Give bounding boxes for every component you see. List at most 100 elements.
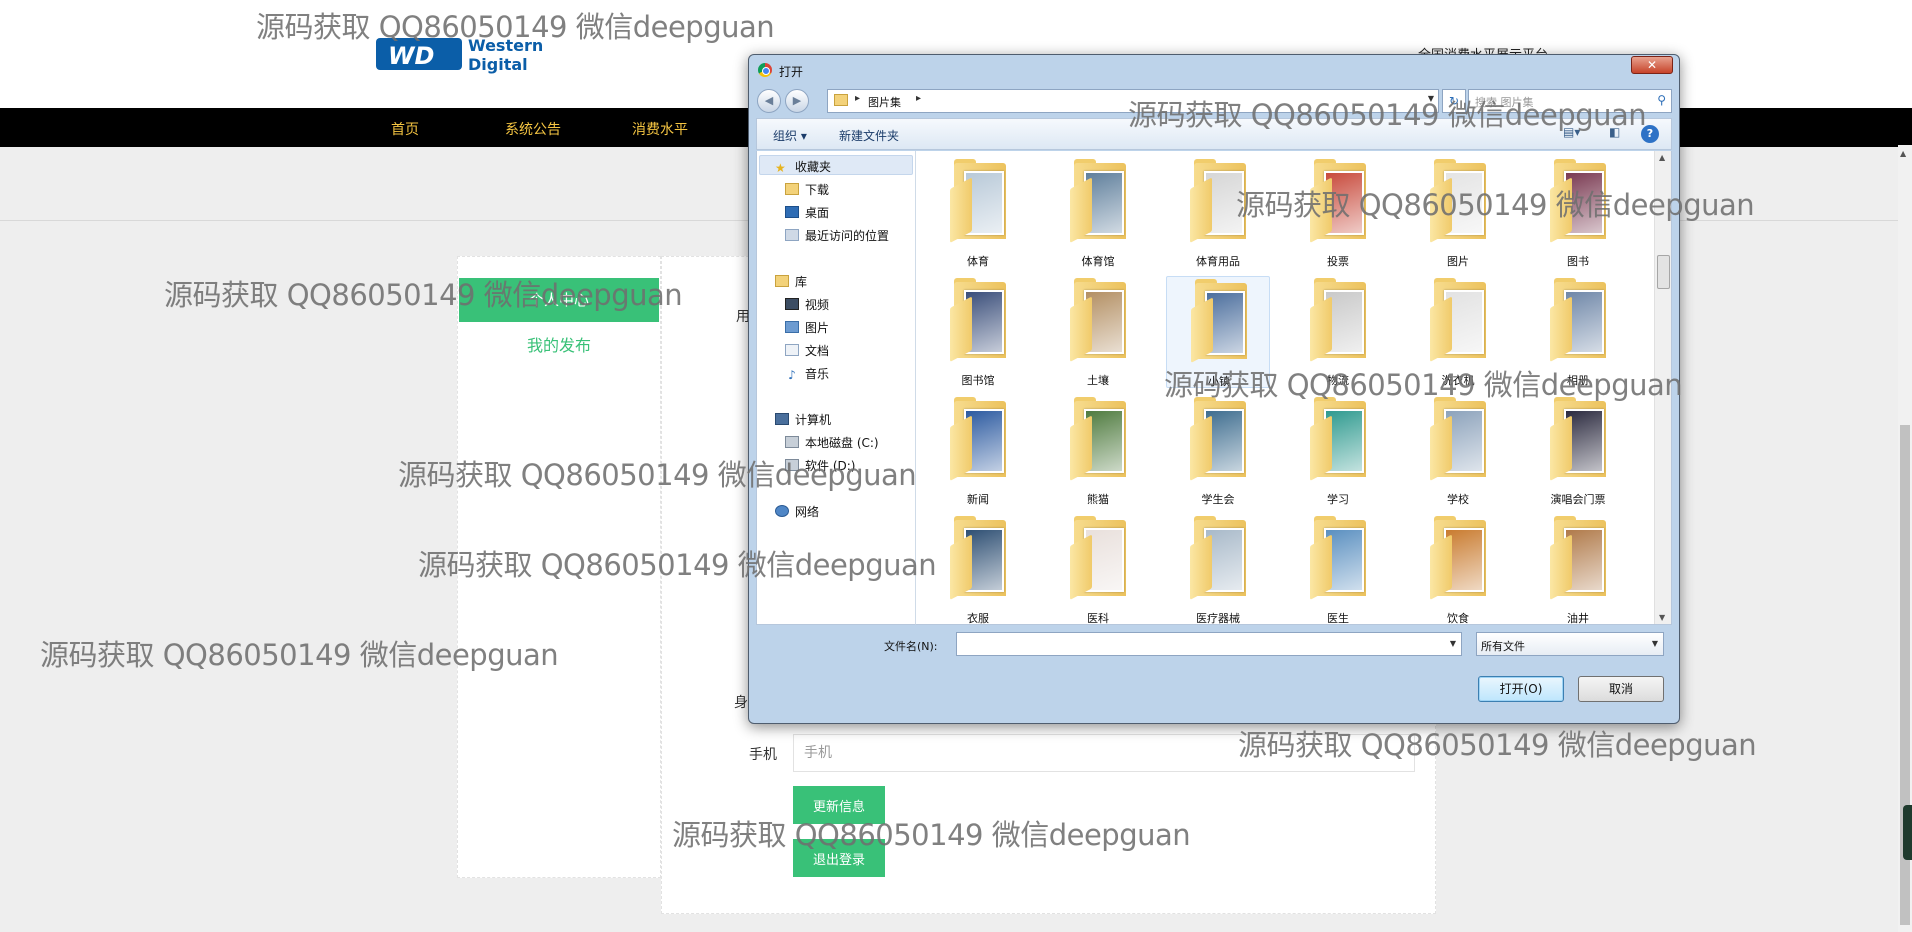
breadcrumb-pictures[interactable]: 图片集 xyxy=(868,94,901,110)
folder-item[interactable]: 体育 xyxy=(926,157,1030,269)
organize-button[interactable]: 组织 ▾ xyxy=(773,127,807,144)
libraries-icon xyxy=(775,275,789,287)
folder-name: 医科 xyxy=(1087,612,1109,625)
tree-pictures-label: 图片 xyxy=(805,321,830,335)
page-scrollbar[interactable]: ▲ xyxy=(1898,145,1912,932)
folder-name: 医生 xyxy=(1327,612,1349,625)
videos-icon xyxy=(785,298,799,310)
folder-name: 投票 xyxy=(1327,255,1349,268)
pictures-icon xyxy=(785,321,799,333)
file-pane-scroll-thumb[interactable] xyxy=(1657,255,1670,289)
music-icon: ♪ xyxy=(788,368,796,382)
logo-line2: Digital xyxy=(468,55,528,74)
back-button[interactable]: ◀ xyxy=(757,89,781,113)
chrome-icon xyxy=(758,63,772,77)
watermark-text: 源码获取 QQ86050149 微信deepguan xyxy=(1236,188,1755,222)
folder-name: 学校 xyxy=(1447,493,1469,506)
recent-places-icon xyxy=(785,229,799,241)
tree-network-label: 网络 xyxy=(795,505,820,519)
new-folder-button[interactable]: 新建文件夹 xyxy=(839,127,899,144)
watermark-text: 源码获取 QQ86050149 微信deepguan xyxy=(672,818,1191,852)
folder-item[interactable]: 演唱会门票 xyxy=(1526,395,1630,507)
tree-recent[interactable]: 最近访问的位置 xyxy=(785,227,889,244)
folder-item[interactable]: 医疗器械 xyxy=(1166,514,1270,624)
tree-favorites-label: 收藏夹 xyxy=(795,160,832,174)
chevron-right-icon: ▸ xyxy=(916,93,922,104)
tree-network[interactable]: 网络 xyxy=(775,503,819,520)
folder-item[interactable]: 新闻 xyxy=(926,395,1030,507)
folder-name: 图书 xyxy=(1567,255,1589,268)
folder-icon xyxy=(834,94,848,106)
folder-name: 体育用品 xyxy=(1196,255,1240,268)
folder-item[interactable]: 图书馆 xyxy=(926,276,1030,388)
folder-item[interactable]: 医生 xyxy=(1286,514,1390,625)
downloads-folder-icon xyxy=(785,183,799,195)
tree-music[interactable]: ♪ 音乐 xyxy=(785,365,829,382)
star-icon: ★ xyxy=(775,161,786,175)
dialog-footer: 文件名(N): ▼ 所有文件 ▼ 打开(O) 取消 xyxy=(756,626,1672,716)
watermark-text: 源码获取 QQ86050149 微信deepguan xyxy=(398,458,917,492)
tree-desktop-label: 桌面 xyxy=(805,206,830,220)
folder-name: 学习 xyxy=(1327,493,1349,506)
folder-item[interactable]: 体育馆 xyxy=(1046,157,1150,269)
documents-icon xyxy=(785,344,799,356)
tree-libraries[interactable]: 库 xyxy=(775,273,807,290)
scroll-up-icon[interactable]: ▲ xyxy=(1900,149,1906,158)
nav-item-announcements[interactable]: 系统公告 xyxy=(505,119,561,139)
folder-name: 衣服 xyxy=(967,612,989,625)
tree-recent-label: 最近访问的位置 xyxy=(805,229,890,243)
tree-documents[interactable]: 文档 xyxy=(785,342,829,359)
folder-name: 饮食 xyxy=(1447,612,1469,625)
watermark-text: 源码获取 QQ86050149 微信deepguan xyxy=(1128,98,1647,132)
desktop-icon xyxy=(785,206,799,218)
folder-item[interactable]: 油井 xyxy=(1526,514,1630,624)
folder-item[interactable]: 土壤 xyxy=(1046,276,1150,388)
folder-name: 图片 xyxy=(1447,255,1469,268)
tree-computer[interactable]: 计算机 xyxy=(775,411,831,428)
folder-name: 熊猫 xyxy=(1087,493,1109,506)
folder-item[interactable]: 学习 xyxy=(1286,395,1390,507)
disk-icon xyxy=(785,436,799,448)
folder-item[interactable]: 医科 xyxy=(1046,514,1150,625)
scroll-down-icon[interactable]: ▼ xyxy=(1659,613,1665,622)
file-type-select[interactable]: 所有文件 ▼ xyxy=(1476,632,1664,656)
folder-name: 新闻 xyxy=(967,493,989,506)
watermark-text: 源码获取 QQ86050149 微信deepguan xyxy=(164,278,683,312)
network-icon xyxy=(775,505,789,517)
tree-documents-label: 文档 xyxy=(805,344,830,358)
nav-item-home[interactable]: 首页 xyxy=(391,119,419,139)
filename-label: 文件名(N): xyxy=(884,640,938,653)
dialog-title: 打开 xyxy=(779,65,804,79)
forward-button[interactable]: ▶ xyxy=(785,89,809,113)
tree-disk-c[interactable]: 本地磁盘 (C:) xyxy=(785,434,879,451)
folder-item[interactable]: 学生会 xyxy=(1166,395,1270,507)
chevron-down-icon[interactable]: ▼ xyxy=(1450,639,1456,648)
watermark-text: 源码获取 QQ86050149 微信deepguan xyxy=(40,638,559,672)
folder-item[interactable]: 学校 xyxy=(1406,395,1510,507)
folder-item[interactable]: 饮食 xyxy=(1406,514,1510,625)
file-type-value: 所有文件 xyxy=(1481,640,1525,653)
filename-input[interactable]: ▼ xyxy=(956,632,1462,656)
open-button[interactable]: 打开(O) xyxy=(1478,676,1564,702)
tree-music-label: 音乐 xyxy=(805,367,830,381)
scroll-up-icon[interactable]: ▲ xyxy=(1659,153,1665,162)
tree-pictures[interactable]: 图片 xyxy=(785,319,829,336)
tree-downloads[interactable]: 下载 xyxy=(785,181,829,198)
id-label: 身 xyxy=(734,695,748,711)
tree-desktop[interactable]: 桌面 xyxy=(785,204,829,221)
nav-item-consumption[interactable]: 消费水平 xyxy=(632,119,688,139)
folder-name: 体育 xyxy=(967,255,989,268)
tree-favorites[interactable]: ★ 收藏夹 xyxy=(775,158,831,175)
dialog-titlebar[interactable]: 打开 ✕ xyxy=(749,55,1679,83)
tree-disk-c-label: 本地磁盘 (C:) xyxy=(805,436,879,450)
close-button[interactable]: ✕ xyxy=(1631,56,1673,74)
folder-name: 图书馆 xyxy=(961,374,995,387)
cancel-button[interactable]: 取消 xyxy=(1578,676,1664,702)
side-float-tab[interactable] xyxy=(1903,805,1912,860)
tree-computer-label: 计算机 xyxy=(795,413,832,427)
search-icon[interactable]: ⚲ xyxy=(1657,93,1666,107)
sidebar-item-my-posts[interactable]: 我的发布 xyxy=(459,332,659,356)
tree-videos[interactable]: 视频 xyxy=(785,296,829,313)
folder-item[interactable]: 衣服 xyxy=(926,514,1030,625)
folder-item[interactable]: 熊猫 xyxy=(1046,395,1150,507)
